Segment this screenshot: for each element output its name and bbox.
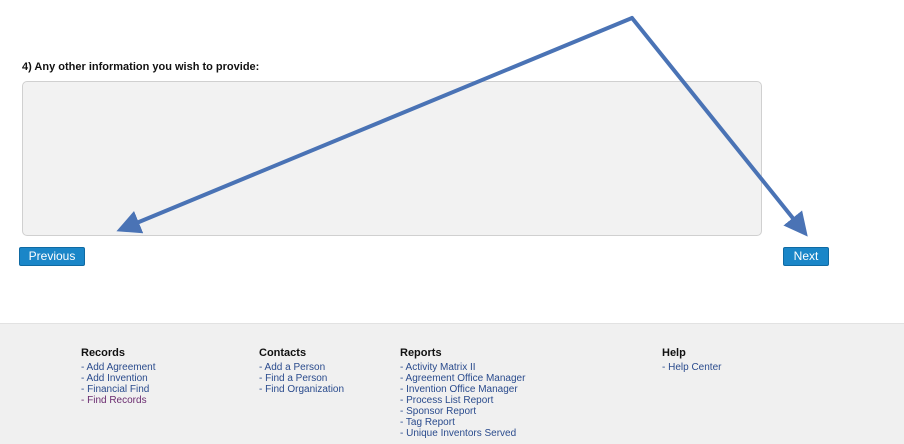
footer-link-add-agreement[interactable]: - Add Agreement [81,362,156,373]
footer-records-column: Records - Add Agreement - Add Invention … [81,347,156,406]
previous-button[interactable]: Previous [19,247,85,266]
footer-help-column: Help - Help Center [662,347,721,373]
footer-link-help-center[interactable]: - Help Center [662,362,721,373]
footer-link-add-invention[interactable]: - Add Invention [81,373,156,384]
footer-link-process-list-report[interactable]: - Process List Report [400,395,525,406]
footer-link-add-a-person[interactable]: - Add a Person [259,362,344,373]
question-label: 4) Any other information you wish to pro… [22,61,260,73]
next-button[interactable]: Next [783,247,829,266]
site-footer: Records - Add Agreement - Add Invention … [0,323,904,444]
footer-link-tag-report[interactable]: - Tag Report [400,417,525,428]
footer-link-find-a-person[interactable]: - Find a Person [259,373,344,384]
footer-reports-title: Reports [400,347,442,359]
footer-contacts-title: Contacts [259,347,307,359]
footer-link-agreement-office-manager[interactable]: - Agreement Office Manager [400,373,525,384]
footer-contacts-column: Contacts - Add a Person - Find a Person … [259,347,344,395]
footer-link-unique-inventors-served[interactable]: - Unique Inventors Served [400,428,525,439]
footer-link-find-records[interactable]: - Find Records [81,395,156,406]
additional-info-textarea[interactable] [22,81,762,236]
footer-link-invention-office-manager[interactable]: - Invention Office Manager [400,384,525,395]
footer-link-activity-matrix-ii[interactable]: - Activity Matrix II [400,362,525,373]
footer-link-find-organization[interactable]: - Find Organization [259,384,344,395]
footer-records-title: Records [81,347,126,359]
footer-reports-column: Reports - Activity Matrix II - Agreement… [400,347,525,439]
footer-link-financial-find[interactable]: - Financial Find [81,384,156,395]
footer-link-sponsor-report[interactable]: - Sponsor Report [400,406,525,417]
footer-help-title: Help [662,347,686,359]
